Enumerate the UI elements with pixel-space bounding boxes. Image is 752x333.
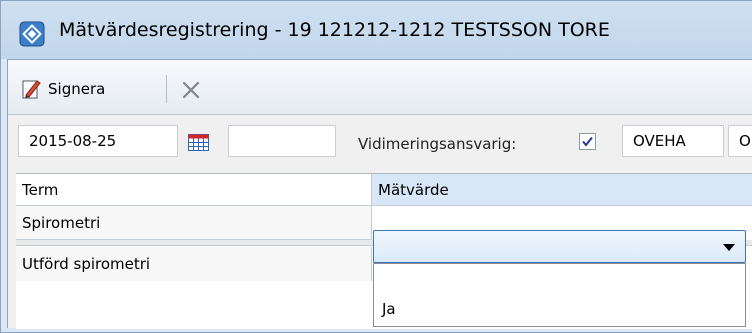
sign-button-label: Signera [48,80,106,98]
table-row-term[interactable]: Utförd spirometri [16,247,372,281]
responsible-name-field[interactable]: O [728,125,752,157]
main-panel: Signera 2015-08-25 Vidimeringsansvarig: … [7,59,752,329]
dropdown-option-ja[interactable]: Ja [382,300,396,318]
x-icon[interactable] [178,77,204,103]
form-bar: 2015-08-25 Vidimeringsansvarig: OVEHA O [8,115,752,167]
table-row-term[interactable]: Spirometri [16,206,372,240]
title-bar[interactable]: Mätvärdesregistrering - 19 121212-1212 T… [1,1,752,59]
toolbar: Signera [8,60,752,115]
vidimering-label: Vidimeringsansvarig: [358,135,517,153]
date-field[interactable]: 2015-08-25 [18,125,178,157]
chevron-down-icon[interactable] [723,244,735,251]
pen-sign-icon [22,80,41,99]
value-dropdown-list: Ja [373,263,746,327]
responsible-code-field[interactable]: OVEHA [622,125,724,157]
window-title: Mätvärdesregistrering - 19 121212-1212 T… [59,19,610,41]
calendar-icon[interactable] [188,134,209,151]
column-header-term[interactable]: Term [16,174,372,206]
checkmark-icon [582,136,593,147]
sign-button[interactable]: Signera [22,77,105,101]
column-header-value[interactable]: Mätvärde [372,174,752,206]
value-combobox[interactable] [373,230,746,263]
application-window: Mätvärdesregistrering - 19 121212-1212 T… [0,0,752,333]
diamond-app-icon [19,21,45,47]
time-field[interactable] [228,125,336,157]
toolbar-separator [166,75,167,103]
vidimering-checkbox[interactable] [579,133,596,150]
dropdown-option-empty[interactable] [374,264,745,296]
